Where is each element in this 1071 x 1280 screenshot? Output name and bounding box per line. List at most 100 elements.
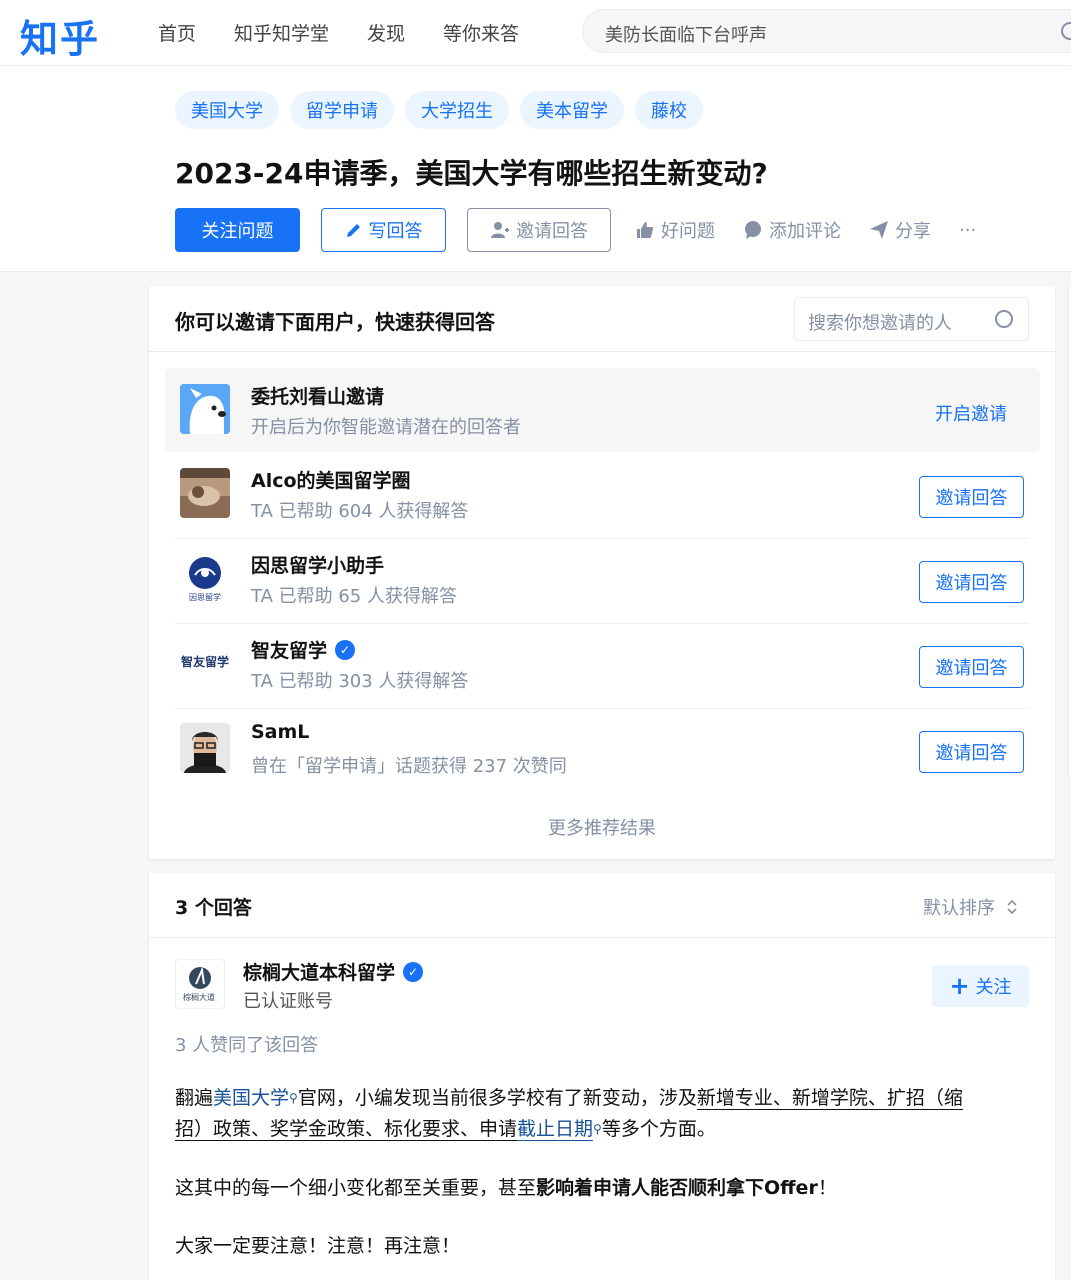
delegate-invite-row: 委托刘看山邀请 开启后为你智能邀请潜在的回答者 开启邀请 [165, 368, 1040, 452]
vote-count: 3 人赞同了该回答 [175, 1035, 319, 1056]
search-icon: ⚲ [289, 1091, 298, 1105]
invite-search-placeholder: 搜索你想邀请的人 [808, 313, 952, 334]
thumbs-up-icon [637, 222, 654, 238]
user-avatar[interactable] [180, 468, 230, 518]
open-invite-button[interactable]: 开启邀请 [935, 400, 1007, 426]
text-span: 这其中的每一个细小变化都至关重要，甚至 [175, 1177, 537, 1199]
topic-tag[interactable]: 大学招生 [405, 91, 509, 129]
add-comment-label: 添加评论 [769, 221, 841, 242]
topic-tag[interactable]: 留学申请 [290, 91, 394, 129]
share-icon [870, 221, 888, 239]
text-span: 官网，小编发现当前很多学校有了新变动，涉及 [297, 1087, 697, 1109]
user-avatar[interactable] [180, 723, 230, 773]
answer-paragraph: 这其中的每一个细小变化都至关重要，甚至影响着申请人能否顺利拿下Offer！ [175, 1173, 1015, 1204]
sort-dropdown[interactable]: 默认排序 [923, 894, 1019, 920]
invite-title: 你可以邀请下面用户，快速获得回答 [175, 310, 495, 334]
search-icon: ⚲ [593, 1122, 602, 1136]
answer-paragraph: 大家一定要注意！注意！再注意！ [175, 1235, 461, 1257]
user-name[interactable]: Alco的美国留学圈 [251, 466, 411, 493]
topic-tag[interactable]: 藤校 [635, 91, 703, 129]
avatar-text: 因思留学 [189, 593, 221, 602]
top-nav: 知乎 首页 知乎知学堂 发现 等你来答 美防长面临下台呼声 [0, 0, 1071, 66]
user-desc: 曾在「留学申请」话题获得 237 次赞同 [251, 756, 567, 777]
nav-home[interactable]: 首页 [158, 19, 196, 46]
invite-user-row: 因思留学 因思留学小助手 TA 已帮助 65 人获得解答 邀请回答 [175, 539, 1029, 624]
user-name[interactable]: 因思留学小助手 [251, 551, 384, 578]
invite-button[interactable]: 邀请回答 [919, 646, 1024, 688]
invite-button[interactable]: 邀请回答 [919, 561, 1024, 603]
question-header: 美国大学 留学申请 大学招生 美本留学 藤校 2023-24申请季，美国大学有哪… [0, 66, 1071, 272]
user-name-wrap[interactable]: 智友留学 ✓ [251, 636, 356, 663]
nav-links: 首页 知乎知学堂 发现 等你来答 [158, 0, 519, 64]
sort-label: 默认排序 [923, 898, 995, 919]
divider [149, 351, 1055, 352]
invite-user-row: 智友留学 智友留学 ✓ TA 已帮助 303 人获得解答 邀请回答 [175, 624, 1029, 709]
search-icon[interactable] [1061, 22, 1071, 40]
user-name[interactable]: SamL [251, 721, 309, 743]
invite-answer-button[interactable]: 邀请回答 [467, 208, 611, 252]
liukanshan-avatar [180, 384, 230, 434]
avatar-text: 智友留学 [181, 655, 230, 669]
follow-label: 关注 [975, 977, 1012, 998]
user-desc: TA 已帮助 303 人获得解答 [251, 671, 469, 692]
verified-icon: ✓ [335, 639, 356, 660]
answer-count: 3 个回答 [175, 897, 252, 919]
search-placeholder: 美防长面临下台呼声 [605, 25, 767, 46]
invite-button[interactable]: 邀请回答 [919, 731, 1024, 773]
more-recommendations-link[interactable]: 更多推荐结果 [149, 814, 1055, 840]
topic-tag[interactable]: 美国大学 [175, 91, 279, 129]
author-name-wrap[interactable]: 棕榈大道本科留学 ✓ [243, 958, 424, 985]
delegate-desc: 开启后为你智能邀请潜在的回答者 [251, 417, 521, 438]
answers-card: 3 个回答 默认排序 棕榈大道 棕榈大道本科留学 ✓ 已认证账号 + 关注 3 … [149, 873, 1055, 1280]
author-desc: 已认证账号 [243, 991, 333, 1012]
bold-text: 影响着申请人能否顺利拿下Offer [536, 1177, 818, 1199]
good-question-label: 好问题 [661, 221, 715, 242]
invite-user-row: Alco的美国留学圈 TA 已帮助 604 人获得解答 邀请回答 [175, 454, 1029, 539]
invite-search-input[interactable]: 搜索你想邀请的人 [794, 297, 1029, 341]
invite-card: 你可以邀请下面用户，快速获得回答 搜索你想邀请的人 委托刘看山邀请 开启后为你智… [149, 286, 1055, 859]
user-desc: TA 已帮助 65 人获得解答 [251, 586, 457, 607]
share-button[interactable]: 分享 [869, 217, 931, 243]
follow-question-button[interactable]: 关注问题 [175, 208, 300, 252]
zhihu-logo[interactable]: 知乎 [20, 8, 100, 63]
user-avatar[interactable]: 因思留学 [180, 553, 230, 603]
sort-chevron-icon [1007, 899, 1017, 915]
invite-button[interactable]: 邀请回答 [919, 476, 1024, 518]
search-input[interactable]: 美防长面临下台呼声 [582, 9, 1071, 53]
text-span: 等多个方面。 [601, 1118, 716, 1140]
underlined-text: 招）政策、奖学金政策、标化要求、申请 [175, 1118, 518, 1141]
author-avatar[interactable]: 棕榈大道 [175, 959, 225, 1009]
good-question-button[interactable]: 好问题 [635, 217, 715, 243]
invite-user-row: SamL 曾在「留学申请」话题获得 237 次赞同 邀请回答 [175, 709, 1029, 794]
follow-author-button[interactable]: + 关注 [932, 965, 1029, 1007]
write-answer-button[interactable]: 写回答 [321, 208, 446, 252]
avatar-text: 棕榈大道 [183, 993, 215, 1002]
share-label: 分享 [895, 221, 931, 242]
user-avatar[interactable]: 智友留学 [180, 638, 230, 688]
user-name: 智友留学 [251, 640, 328, 662]
underlined-text: 新增专业、新增学院、扩招（缩 [696, 1087, 963, 1110]
add-comment-button[interactable]: 添加评论 [743, 217, 841, 243]
topic-tags: 美国大学 留学申请 大学招生 美本留学 藤校 [175, 91, 703, 129]
nav-waiting[interactable]: 等你来答 [443, 19, 519, 46]
text-span: 翻遍 [175, 1087, 214, 1109]
divider [149, 937, 1055, 938]
nav-zhixuetang[interactable]: 知乎知学堂 [234, 19, 329, 46]
verified-icon: ✓ [403, 961, 424, 982]
search-icon[interactable] [995, 310, 1013, 328]
text-span: ！ [817, 1177, 837, 1199]
keyword-link[interactable]: 截止日期 [517, 1118, 594, 1141]
author-name: 棕榈大道本科留学 [243, 962, 396, 984]
plus-icon: + [949, 972, 970, 1000]
topic-tag[interactable]: 美本留学 [520, 91, 624, 129]
pencil-icon [346, 224, 360, 237]
write-answer-label: 写回答 [368, 221, 423, 242]
user-desc: TA 已帮助 604 人获得解答 [251, 501, 469, 522]
more-options-button[interactable]: ··· [959, 220, 976, 241]
nav-discover[interactable]: 发现 [367, 19, 405, 46]
question-actions: 关注问题 写回答 邀请回答 好问题 添加评论 分享 ··· [175, 208, 976, 252]
keyword-link[interactable]: 美国大学 [213, 1087, 289, 1109]
invite-answer-label: 邀请回答 [516, 221, 588, 242]
invite-user-icon [491, 222, 509, 238]
answer-paragraph: 翻遍美国大学⚲官网，小编发现当前很多学校有了新变动，涉及新增专业、新增学院、扩招… [175, 1083, 1015, 1145]
